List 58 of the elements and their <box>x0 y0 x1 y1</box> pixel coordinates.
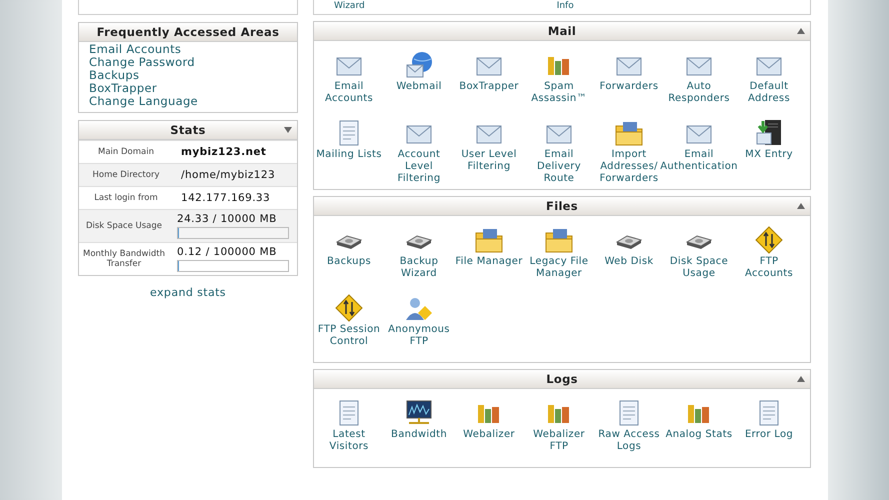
item-link[interactable]: Webmail <box>396 81 442 93</box>
item-link[interactable]: Account Level Filtering <box>384 149 454 185</box>
stat-label: Monthly Bandwidth Transfer <box>82 248 166 271</box>
link[interactable]: Change Language <box>89 95 198 108</box>
arrows-sign-icon[interactable] <box>333 292 365 324</box>
expand-icon[interactable] <box>283 126 293 134</box>
item-label[interactable]: Info <box>556 1 574 14</box>
item-link[interactable]: User Level Filtering <box>454 149 524 173</box>
item-link[interactable]: FTP Accounts <box>734 256 804 280</box>
item-link[interactable]: BoxTrapper <box>459 81 519 93</box>
item-link[interactable]: Legacy File Manager <box>524 256 594 280</box>
item-link[interactable]: Auto Responders <box>664 81 734 105</box>
item-label[interactable]: Wizard <box>334 1 365 14</box>
stat-value: 142.177.169.33 <box>181 192 272 204</box>
link[interactable]: BoxTrapper <box>89 82 157 95</box>
panel-title: Stats <box>170 123 206 137</box>
item-link[interactable]: Spam Assassin™ <box>524 81 594 105</box>
collapse-icon[interactable] <box>796 375 806 383</box>
item-link[interactable]: Backups <box>327 256 371 268</box>
panel-title: Frequently Accessed Areas <box>96 25 280 39</box>
item-link[interactable]: Webalizer <box>463 429 515 441</box>
item-link[interactable]: Web Disk <box>604 256 654 268</box>
item-link[interactable]: Mailing Lists <box>316 149 382 161</box>
arrows-sign-icon[interactable] <box>753 224 785 256</box>
item-link[interactable]: File Manager <box>455 256 523 268</box>
item-link[interactable]: Raw Access Logs <box>594 429 664 453</box>
item-link[interactable]: Email Accounts <box>314 81 384 105</box>
panel-title: Mail <box>548 24 576 38</box>
item-link[interactable]: Backup Wizard <box>384 256 454 280</box>
collapse-icon[interactable] <box>796 202 806 210</box>
stat-value: 0.12 / 100000 MB <box>177 246 278 258</box>
item-link[interactable]: Webalizer FTP <box>524 429 594 453</box>
stat-label: Home Directory <box>92 169 160 182</box>
stat-label: Main Domain <box>97 146 155 159</box>
stat-value: 24.33 / 10000 MB <box>177 213 278 225</box>
item-link[interactable]: Email Authentication <box>660 149 738 173</box>
stat-value: /home/mybiz123 <box>181 169 276 181</box>
item-link[interactable]: Email Delivery Route <box>524 149 594 185</box>
item-link[interactable]: Forwarders <box>600 81 658 93</box>
link[interactable]: Backups <box>89 69 140 82</box>
stat-value: mybiz123.net <box>181 146 268 158</box>
link[interactable]: Email Accounts <box>89 43 182 56</box>
item-link[interactable]: Default Address <box>734 81 804 105</box>
item-link[interactable]: Error Log <box>744 429 794 441</box>
item-link[interactable]: FTP Session Control <box>314 324 384 348</box>
link[interactable]: Change Password <box>89 56 195 69</box>
collapse-icon[interactable] <box>796 27 806 35</box>
panel-title: Files <box>546 199 578 213</box>
panel-title: Logs <box>546 372 578 386</box>
item-link[interactable]: Analog Stats <box>666 429 732 441</box>
item-link[interactable]: Bandwidth <box>391 429 447 441</box>
stat-label: Disk Space Usage <box>84 220 164 233</box>
item-link[interactable]: Anonymous FTP <box>384 324 454 348</box>
stat-label: Last login from <box>93 192 159 205</box>
item-link[interactable]: MX Entry <box>745 149 793 161</box>
item-link[interactable]: Latest Visitors <box>314 429 384 453</box>
expand-stats-link[interactable]: expand stats <box>150 286 226 299</box>
item-link[interactable]: Disk Space Usage <box>664 256 734 280</box>
